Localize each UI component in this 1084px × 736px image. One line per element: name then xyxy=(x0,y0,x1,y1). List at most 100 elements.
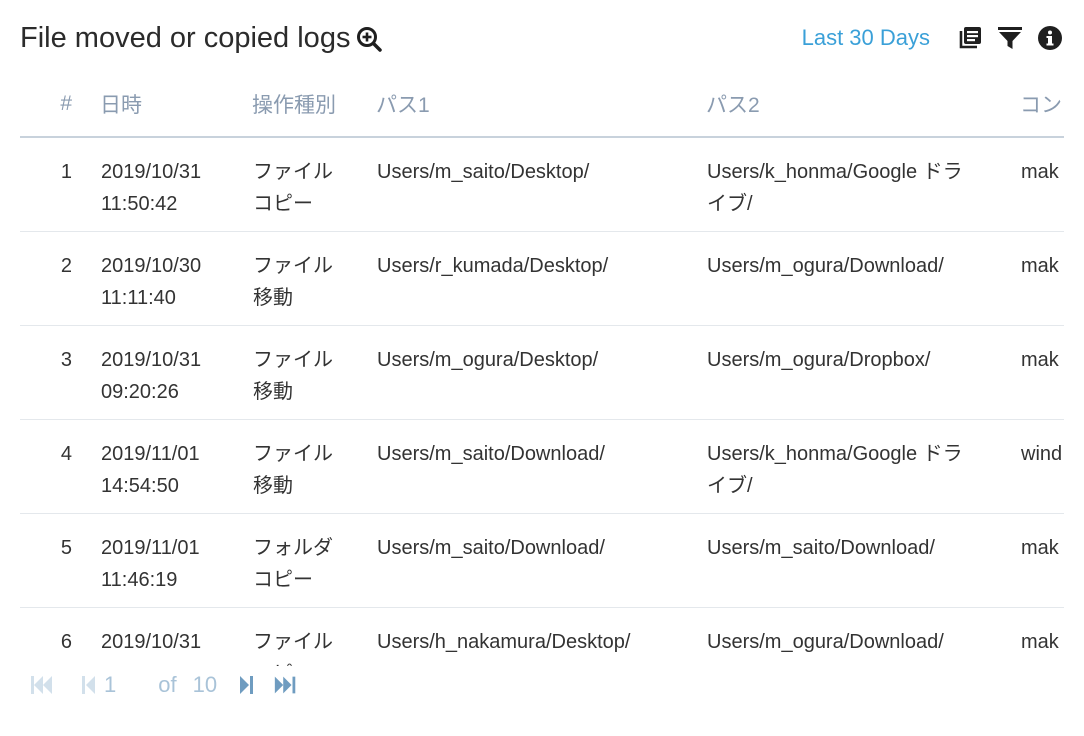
header-toolbar: Last 30 Days xyxy=(802,18,1064,58)
row-number: 4 xyxy=(60,443,72,465)
cell-number: 5 xyxy=(20,513,100,608)
row-operation-type: コピー xyxy=(253,658,375,666)
table-row[interactable]: 6 2019/10/31 22:23:41ファイルコピーUsers/h_nakamu… xyxy=(20,607,1064,666)
cell-path1: Users/r_kumada/Desktop/ xyxy=(376,231,706,326)
filter-icon[interactable] xyxy=(996,24,1024,52)
cell-datetime: 2019/10/31 11:50:42 xyxy=(100,137,252,232)
row-date: 2019/10/31 xyxy=(101,631,202,653)
page-title: File moved or copied logs xyxy=(20,18,383,58)
row-time: 22:23:41 xyxy=(101,658,251,666)
cell-computer: mak xyxy=(1020,325,1064,420)
previous-page-icon[interactable] xyxy=(76,672,102,698)
column-header-number[interactable]: # xyxy=(20,72,100,138)
row-computer: wind xyxy=(1021,443,1063,465)
cell-datetime: 2019/10/31 22:23:41 xyxy=(100,607,252,666)
cell-computer: mak xyxy=(1020,137,1064,232)
cell-computer: wind xyxy=(1020,419,1064,514)
row-operation-target: ファイル xyxy=(253,349,333,371)
row-computer: mak xyxy=(1021,161,1059,183)
current-page[interactable]: 1 xyxy=(104,672,116,698)
logs-table-container[interactable]: # 日時 操作種別 パス1 パス2 コン 1 2019/10/31 11:50:42… xyxy=(20,72,1064,666)
cell-path1: Users/m_saito/Download/ xyxy=(376,513,706,608)
cell-computer: mak xyxy=(1020,513,1064,608)
cell-path2: Users/k_honma/Google ドラ イブ/ xyxy=(706,137,1020,232)
table-row[interactable]: 3 2019/10/31 09:20:26 ファイル 移動 Users/m_ogura/D… xyxy=(20,325,1064,420)
row-date: 2019/10/31 xyxy=(101,161,202,183)
row-computer: mak xyxy=(1021,631,1059,653)
row-operation-type: コピー xyxy=(253,193,313,215)
panel-header: File moved or copied logs Last 30 Days xyxy=(20,18,1064,58)
row-path1: Users/m_ogura/Desktop/ xyxy=(377,349,599,371)
row-number: 6 xyxy=(60,631,72,653)
row-path2-line2: イブ/ xyxy=(707,193,753,215)
cell-operation: フォルダ コピー xyxy=(252,513,376,608)
cell-datetime: 2019/10/31 09:20:26 xyxy=(100,325,252,420)
row-computer: mak xyxy=(1021,255,1059,277)
cell-operation: ファイルコピー xyxy=(252,137,376,232)
row-number: 3 xyxy=(60,349,72,371)
cell-number: 1 xyxy=(20,137,100,232)
zoom-in-icon[interactable] xyxy=(356,23,383,53)
row-date: 2019/10/30 xyxy=(101,255,202,277)
row-path1: Users/h_nakamura/Desktop/ xyxy=(377,631,631,653)
cell-datetime: 2019/11/01 14:54:50 xyxy=(100,419,252,514)
info-icon[interactable] xyxy=(1036,24,1064,52)
row-operation-type: コピー xyxy=(253,569,313,591)
column-header-datetime[interactable]: 日時 xyxy=(100,72,252,138)
cell-operation: ファイル 移動 xyxy=(252,419,376,514)
row-time: 11:11:40 xyxy=(101,287,176,309)
row-path2-line1: Users/m_saito/Download/ xyxy=(707,537,935,559)
cell-path2: Users/m_ogura/Download/ xyxy=(706,607,1020,666)
row-time: 14:54:50 xyxy=(101,475,179,497)
cell-number: 6 xyxy=(20,607,100,666)
table-row[interactable]: 2 2019/10/30 11:11:40 ファイル 移動 Users/r_kumada/… xyxy=(20,231,1064,326)
cell-operation: ファイル 移動 xyxy=(252,231,376,326)
row-date: 2019/10/31 xyxy=(101,349,202,371)
row-time: 11:50:42 xyxy=(101,193,178,215)
total-pages: 10 xyxy=(192,672,218,697)
row-path2-line1: Users/k_honma/Google ドラ xyxy=(707,443,963,465)
cell-path2: Users/m_ogura/Download/ xyxy=(706,231,1020,326)
cell-path2: Users/m_ogura/Dropbox/ xyxy=(706,325,1020,420)
column-header-operation[interactable]: 操作種別 xyxy=(252,72,376,138)
row-operation-target: フォルダ xyxy=(253,537,333,559)
row-path2-line1: Users/m_ogura/Download/ xyxy=(707,255,944,277)
logs-table: # 日時 操作種別 パス1 パス2 コン 1 2019/10/31 11:50:42… xyxy=(20,72,1064,666)
row-operation-target: ファイル xyxy=(253,255,333,277)
row-path2-line1: Users/k_honma/Google ドラ xyxy=(707,161,963,183)
cell-operation: ファイルコピー xyxy=(252,607,376,666)
cell-path2: Users/k_honma/Google ドラ イブ/ xyxy=(706,419,1020,514)
table-row[interactable]: 1 2019/10/31 11:50:42 ファイル コピー Users/m_saito/… xyxy=(20,137,1064,232)
column-header-computer[interactable]: コン xyxy=(1020,72,1064,138)
cell-number: 2 xyxy=(20,231,100,326)
next-page-icon[interactable] xyxy=(233,672,259,698)
copy-stack-icon[interactable] xyxy=(956,24,984,52)
row-path1: Users/m_saito/Download/ xyxy=(377,537,605,559)
row-computer: mak xyxy=(1021,537,1059,559)
cell-path1: Users/h_nakamura/Desktop/ xyxy=(376,607,706,666)
pagination: 1 of 10 xyxy=(30,668,299,702)
cell-number: 4 xyxy=(20,419,100,514)
cell-operation: ファイル 移動 xyxy=(252,325,376,420)
row-operation-target: ファイル xyxy=(253,161,333,183)
table-row[interactable]: 5 2019/11/01 11:46:19 フォルダ コピー Users/m_saito/… xyxy=(20,513,1064,608)
page-of-label: of xyxy=(158,672,177,697)
cell-datetime: 2019/11/01 11:46:19 xyxy=(100,513,252,608)
cell-path1: Users/m_saito/Download/ xyxy=(376,419,706,514)
row-operation-type: 移動 xyxy=(253,287,293,309)
row-number: 5 xyxy=(60,537,72,559)
row-operation-target: ファイル xyxy=(253,631,333,653)
last-page-icon[interactable] xyxy=(273,672,299,698)
cell-number: 3 xyxy=(20,325,100,420)
row-date: 2019/11/01 xyxy=(101,443,200,465)
row-number: 2 xyxy=(60,255,72,277)
cell-datetime: 2019/10/30 11:11:40 xyxy=(100,231,252,326)
table-row[interactable]: 4 2019/11/01 14:54:50 ファイル 移動 Users/m_saito/D… xyxy=(20,419,1064,514)
date-range-link[interactable]: Last 30 Days xyxy=(802,25,930,51)
first-page-icon[interactable] xyxy=(30,672,56,698)
row-operation-target: ファイル xyxy=(253,443,333,465)
column-header-path1[interactable]: パス1 xyxy=(376,72,706,138)
page-title-text: File moved or copied logs xyxy=(20,22,351,54)
column-header-path2[interactable]: パス2 xyxy=(706,72,1020,138)
cell-path1: Users/m_ogura/Desktop/ xyxy=(376,325,706,420)
